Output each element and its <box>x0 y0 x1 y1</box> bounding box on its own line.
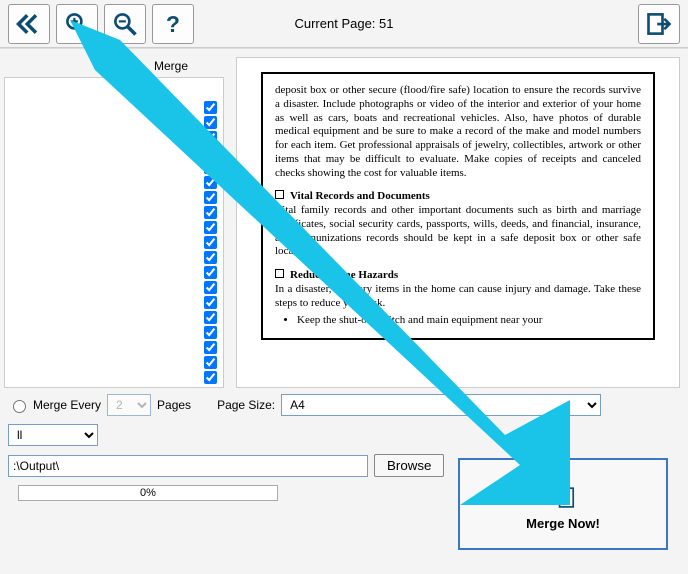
page-preview[interactable]: deposit box or other secure (flood/fire … <box>236 57 680 388</box>
merge-page-checkbox[interactable] <box>204 356 217 369</box>
output-path-input[interactable] <box>8 455 368 477</box>
secondary-select[interactable]: ll <box>8 424 98 446</box>
list-item <box>11 175 217 190</box>
list-item <box>11 115 217 130</box>
merge-page-checkbox[interactable] <box>204 281 217 294</box>
merge-page-checkbox[interactable] <box>204 176 217 189</box>
merge-page-checkbox[interactable] <box>204 266 217 279</box>
list-item <box>11 235 217 250</box>
list-item <box>11 220 217 235</box>
merge-page-checkbox[interactable] <box>204 191 217 204</box>
merge-every-count[interactable]: 2 <box>107 394 151 416</box>
list-item <box>11 340 217 355</box>
list-item <box>11 190 217 205</box>
merge-page-checkbox[interactable] <box>204 371 217 384</box>
page-size-select[interactable]: A4 <box>281 394 601 416</box>
merge-page-checkbox[interactable] <box>204 131 217 144</box>
question-icon: ? <box>159 10 187 38</box>
list-item <box>11 295 217 310</box>
double-arrow-left-icon <box>15 10 43 38</box>
page-size-label: Page Size: <box>217 398 275 412</box>
list-item <box>11 355 217 370</box>
list-item <box>11 160 217 175</box>
page-merge-list[interactable] <box>4 77 224 388</box>
list-item <box>11 100 217 115</box>
pages-label: Pages <box>157 398 191 412</box>
merge-page-checkbox[interactable] <box>204 206 217 219</box>
merge-page-checkbox[interactable] <box>204 296 217 309</box>
exit-icon <box>645 10 673 38</box>
merge-page-checkbox[interactable] <box>204 236 217 249</box>
list-item <box>11 250 217 265</box>
merge-column-header: Merge <box>0 57 228 77</box>
merge-page-checkbox[interactable] <box>204 161 217 174</box>
merge-every-label: Merge Every <box>33 398 101 412</box>
merge-now-label: Merge Now! <box>526 516 600 531</box>
list-item <box>11 370 217 385</box>
zoom-out-button[interactable] <box>104 4 146 44</box>
merge-every-radio[interactable]: Merge Every <box>8 397 101 413</box>
progress-bar: 0% <box>18 485 278 501</box>
browse-button[interactable]: Browse <box>374 454 444 477</box>
back-all-button[interactable] <box>8 4 50 44</box>
list-item <box>11 280 217 295</box>
merge-pages-icon <box>546 478 580 512</box>
merge-page-checkbox[interactable] <box>204 101 217 114</box>
merge-page-checkbox[interactable] <box>204 221 217 234</box>
zoom-in-button[interactable] <box>56 4 98 44</box>
merge-page-checkbox[interactable] <box>204 146 217 159</box>
zoom-out-icon <box>111 10 139 38</box>
exit-button[interactable] <box>638 4 680 44</box>
merge-page-checkbox[interactable] <box>204 116 217 129</box>
list-item <box>11 265 217 280</box>
document-page: deposit box or other secure (flood/fire … <box>261 72 655 340</box>
list-item <box>11 325 217 340</box>
merge-page-checkbox[interactable] <box>204 251 217 264</box>
list-item <box>11 205 217 220</box>
svg-text:?: ? <box>166 10 180 36</box>
list-item <box>11 310 217 325</box>
merge-now-button[interactable]: Merge Now! <box>458 458 668 550</box>
merge-page-checkbox[interactable] <box>204 326 217 339</box>
list-item <box>11 145 217 160</box>
list-item <box>11 130 217 145</box>
merge-page-checkbox[interactable] <box>204 311 217 324</box>
zoom-in-icon <box>63 10 91 38</box>
merge-page-checkbox[interactable] <box>204 341 217 354</box>
help-button[interactable]: ? <box>152 4 194 44</box>
